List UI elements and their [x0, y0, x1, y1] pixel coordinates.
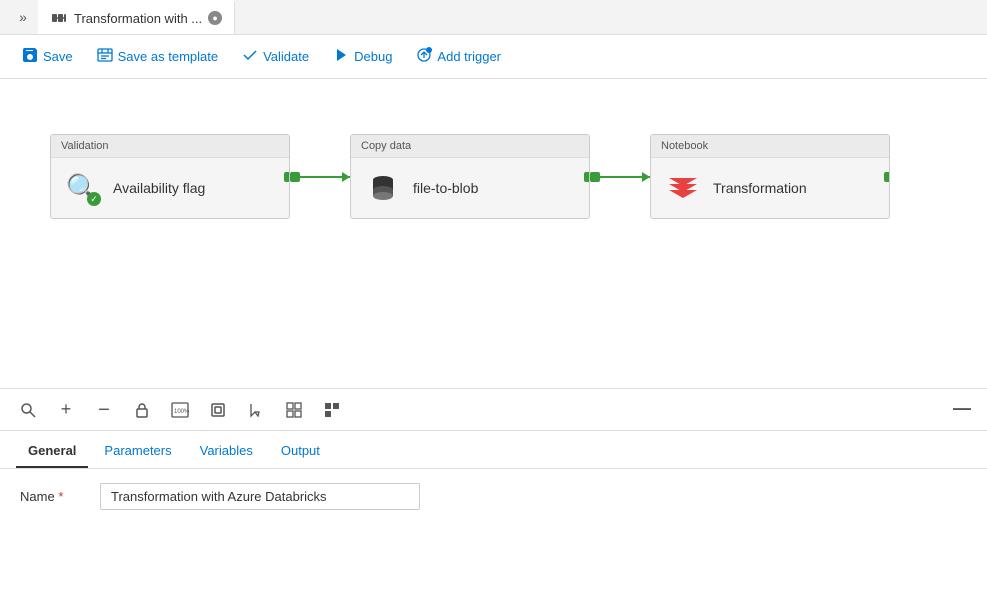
- panel-tabs: General Parameters Variables Output: [0, 431, 987, 469]
- save-as-template-label: Save as template: [118, 49, 218, 64]
- toolbar: Save Save as template Validate: [0, 35, 987, 79]
- minimize-button[interactable]: —: [953, 399, 971, 421]
- connector-start-2: [590, 172, 600, 182]
- availability-icon: 🔍 ✓: [65, 170, 101, 206]
- connector-start-1: [290, 172, 300, 182]
- save-icon: [22, 47, 38, 67]
- template-icon: [97, 47, 113, 67]
- search-tool[interactable]: [16, 398, 40, 422]
- pipeline-container: Validation 🔍 ✓ Availability flag Copy da…: [50, 134, 890, 219]
- tab-general[interactable]: General: [16, 435, 88, 468]
- blob-icon: [365, 170, 401, 206]
- tab-output[interactable]: Output: [269, 435, 332, 468]
- connector-dot-right-n: [884, 172, 890, 182]
- canvas-toolbar: + − 100%: [0, 389, 987, 431]
- add-trigger-button[interactable]: + Add trigger: [406, 42, 511, 72]
- tab-modified[interactable]: ●: [208, 11, 222, 25]
- canvas-area[interactable]: Validation 🔍 ✓ Availability flag Copy da…: [0, 79, 987, 389]
- node-copy-header: Copy data: [351, 135, 589, 158]
- arrange-tool[interactable]: [282, 398, 306, 422]
- select-tool[interactable]: [244, 398, 268, 422]
- save-button[interactable]: Save: [12, 42, 83, 72]
- nav-toggle[interactable]: »: [8, 0, 38, 35]
- node-validation-label: Availability flag: [113, 180, 205, 196]
- add-trigger-label: Add trigger: [437, 49, 501, 64]
- validate-button[interactable]: Validate: [232, 42, 319, 72]
- databricks-icon: [665, 170, 701, 206]
- tab-bar: » Transformation with ... ●: [0, 0, 987, 35]
- trigger-icon: +: [416, 47, 432, 67]
- arrow-head-2: [642, 172, 650, 182]
- layers-tool[interactable]: [320, 398, 344, 422]
- debug-label: Debug: [354, 49, 392, 64]
- validate-label: Validate: [263, 49, 309, 64]
- name-input[interactable]: [100, 483, 420, 510]
- node-copy-label: file-to-blob: [413, 180, 478, 196]
- validate-icon: [242, 47, 258, 67]
- save-as-template-button[interactable]: Save as template: [87, 42, 228, 72]
- tab-parameters[interactable]: Parameters: [92, 435, 183, 468]
- node-validation[interactable]: Validation 🔍 ✓ Availability flag: [50, 134, 290, 219]
- fit-page-tool[interactable]: 100%: [168, 398, 192, 422]
- lock-tool[interactable]: [130, 398, 154, 422]
- tab-label: Transformation with ...: [74, 11, 202, 26]
- zoom-out-tool[interactable]: −: [92, 398, 116, 422]
- save-label: Save: [43, 49, 73, 64]
- node-notebook[interactable]: Notebook Transformation: [650, 134, 890, 219]
- node-copy[interactable]: Copy data file-to-blob: [350, 134, 590, 219]
- debug-icon: [333, 47, 349, 67]
- arrow-2: [590, 176, 650, 178]
- debug-button[interactable]: Debug: [323, 42, 402, 72]
- zoom-in-tool[interactable]: +: [54, 398, 78, 422]
- pipeline-tab-icon: [50, 9, 68, 27]
- node-notebook-body: Transformation: [651, 158, 889, 218]
- node-validation-header: Validation: [51, 135, 289, 158]
- tab-variables[interactable]: Variables: [188, 435, 265, 468]
- node-notebook-header: Notebook: [651, 135, 889, 158]
- bottom-panel: General Parameters Variables Output Name…: [0, 431, 987, 593]
- name-form-row: Name *: [20, 483, 967, 510]
- fit-canvas-tool[interactable]: [206, 398, 230, 422]
- arrow-head-1: [342, 172, 350, 182]
- name-label: Name *: [20, 489, 80, 504]
- panel-content: Name *: [0, 469, 987, 524]
- pipeline-tab[interactable]: Transformation with ... ●: [38, 0, 235, 34]
- check-badge: ✓: [87, 192, 101, 206]
- node-copy-body: file-to-blob: [351, 158, 589, 218]
- required-star: *: [58, 489, 63, 504]
- svg-text:100%: 100%: [174, 409, 189, 415]
- node-notebook-label: Transformation: [713, 180, 807, 196]
- node-validation-body: 🔍 ✓ Availability flag: [51, 158, 289, 218]
- arrow-1: [290, 176, 350, 178]
